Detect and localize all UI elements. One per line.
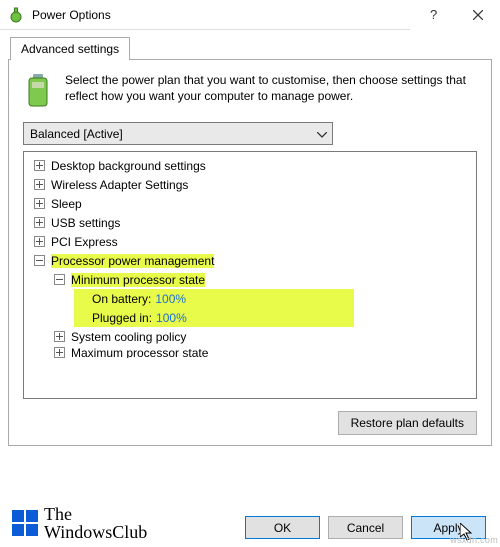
tree-item[interactable]: PCI Express [26,232,474,251]
window-title: Power Options [32,8,410,22]
tree-item-min-processor-state[interactable]: Minimum processor state [26,270,474,289]
expand-icon[interactable] [54,331,65,342]
close-button[interactable] [455,0,500,30]
power-options-icon [8,7,24,23]
watermark: wsxdn.com [450,535,498,545]
tree-item[interactable]: Wireless Adapter Settings [26,175,474,194]
ok-button[interactable]: OK [245,516,320,539]
tab-panel: Select the power plan that you want to c… [8,59,492,446]
expand-icon[interactable] [34,217,45,228]
collapse-icon[interactable] [54,274,65,285]
intro-text: Select the power plan that you want to c… [65,72,477,110]
setting-plugged-in[interactable]: Plugged in:100% [74,308,354,327]
on-battery-value: 100% [155,292,186,306]
tab-strip: Advanced settings [0,30,500,59]
tree-item[interactable]: Desktop background settings [26,156,474,175]
windows-logo-icon [12,510,38,536]
expand-icon[interactable] [34,179,45,190]
settings-tree[interactable]: Desktop background settings Wireless Ada… [23,151,477,399]
help-button[interactable]: ? [410,0,455,30]
expand-icon[interactable] [34,198,45,209]
cancel-button[interactable]: Cancel [328,516,403,539]
tree-item[interactable]: System cooling policy [26,327,474,346]
brand: The WindowsClub [12,505,147,541]
brand-text: The WindowsClub [44,505,147,541]
intro-row: Select the power plan that you want to c… [23,72,477,110]
chevron-down-icon [312,127,332,141]
svg-text:?: ? [430,8,437,22]
expand-icon[interactable] [34,160,45,171]
expand-icon[interactable] [54,347,65,358]
plugged-in-value: 100% [156,311,187,325]
tab-advanced-settings[interactable]: Advanced settings [10,37,130,60]
setting-on-battery[interactable]: On battery:100% [74,289,354,308]
collapse-icon[interactable] [34,255,45,266]
power-plan-dropdown[interactable]: Balanced [Active] [23,122,333,145]
titlebar: Power Options ? [0,0,500,30]
tree-item[interactable]: USB settings [26,213,474,232]
tree-item-processor-power[interactable]: Processor power management [26,251,474,270]
battery-icon [23,72,55,110]
tree-item[interactable]: Maximum processor state [26,346,474,358]
restore-defaults-button[interactable]: Restore plan defaults [338,411,477,435]
tree-item[interactable]: Sleep [26,194,474,213]
dropdown-selected: Balanced [Active] [24,127,312,141]
expand-icon[interactable] [34,236,45,247]
